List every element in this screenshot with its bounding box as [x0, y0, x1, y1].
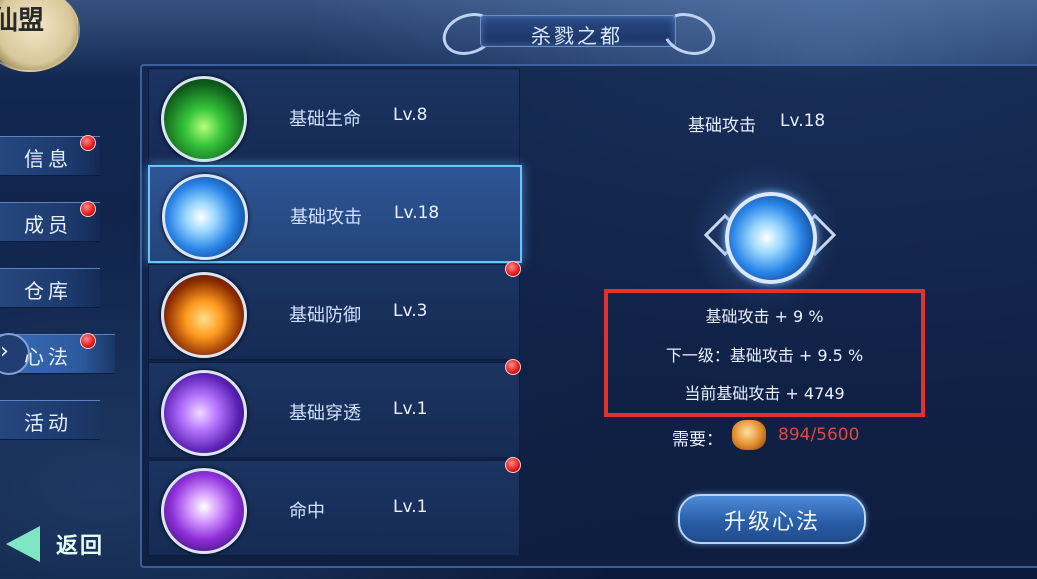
blue-crystal-icon	[725, 192, 817, 284]
notification-dot-icon	[80, 333, 96, 349]
detail-level: Lv.18	[780, 111, 826, 131]
skill-level: Lv.8	[393, 105, 428, 125]
upgrade-xinfa-button[interactable]: 升级心法	[678, 494, 866, 544]
violet-orb-icon	[161, 468, 247, 554]
purple-shard-icon	[161, 370, 247, 456]
skill-row-life[interactable]: 基础生命 Lv.8	[148, 68, 520, 164]
currency-coin-icon	[732, 420, 766, 450]
side-nav-activity[interactable]: 活动	[0, 400, 100, 440]
guild-emblem-text: 仙盟	[0, 6, 44, 36]
skill-name: 基础生命	[289, 109, 361, 130]
chevron-right-icon: ›	[0, 339, 9, 364]
green-life-icon	[161, 76, 247, 162]
notification-dot-icon	[80, 201, 96, 217]
skill-name: 基础防御	[289, 305, 361, 326]
cost-label: 需要：	[672, 430, 723, 450]
skill-level: Lv.1	[393, 497, 428, 517]
side-nav-label: 仓库	[24, 279, 72, 303]
back-button[interactable]: 返回	[6, 522, 116, 566]
skill-list: 基础生命 Lv.8 基础攻击 Lv.18 基础防御 Lv.3 基础穿透 Lv.1…	[148, 66, 522, 560]
notification-dot-icon	[505, 359, 521, 375]
skill-level: Lv.3	[393, 301, 428, 321]
skill-name: 基础穿透	[289, 403, 361, 424]
stat-next-level: 下一级：基础攻击 + 9.5 %	[665, 346, 864, 365]
side-nav-members[interactable]: 成员	[0, 201, 100, 242]
skill-name: 命中	[289, 501, 325, 522]
fire-shield-icon	[161, 272, 247, 358]
skill-row-defense[interactable]: 基础防御 Lv.3	[148, 261, 521, 360]
side-nav-label: 信息	[24, 147, 72, 171]
skill-level: Lv.18	[394, 203, 440, 223]
back-arrow-icon	[6, 526, 40, 562]
side-nav-label: 活动	[24, 411, 72, 435]
skill-row-attack[interactable]: 基础攻击 Lv.18	[148, 165, 522, 263]
skill-level: Lv.1	[393, 399, 428, 419]
notification-dot-icon	[80, 135, 96, 151]
stat-current: 基础攻击 + 9 %	[705, 307, 824, 326]
skill-name: 基础攻击	[290, 207, 362, 228]
title-bar: 杀戮之都	[436, 5, 722, 63]
notification-dot-icon	[505, 457, 521, 473]
stat-total: 当前基础攻击 + 4749	[684, 384, 845, 403]
side-nav-info[interactable]: 信息	[0, 135, 100, 176]
back-label: 返回	[56, 533, 105, 559]
skill-row-penetration[interactable]: 基础穿透 Lv.1	[148, 359, 521, 458]
side-nav-label: 心法	[24, 345, 72, 369]
cost-value: 894/5600	[778, 425, 860, 445]
upgrade-label: 升级心法	[723, 510, 820, 535]
side-nav-label: 成员	[24, 213, 72, 237]
notification-dot-icon	[505, 261, 521, 277]
skill-row-accuracy[interactable]: 命中 Lv.1	[148, 457, 521, 556]
blue-crystal-icon	[162, 174, 248, 260]
side-nav-xinfa[interactable]: › 心法	[0, 333, 115, 375]
detail-title: 基础攻击	[688, 116, 756, 136]
page-title: 杀戮之都	[531, 24, 623, 48]
side-nav-warehouse[interactable]: 仓库	[0, 268, 100, 308]
